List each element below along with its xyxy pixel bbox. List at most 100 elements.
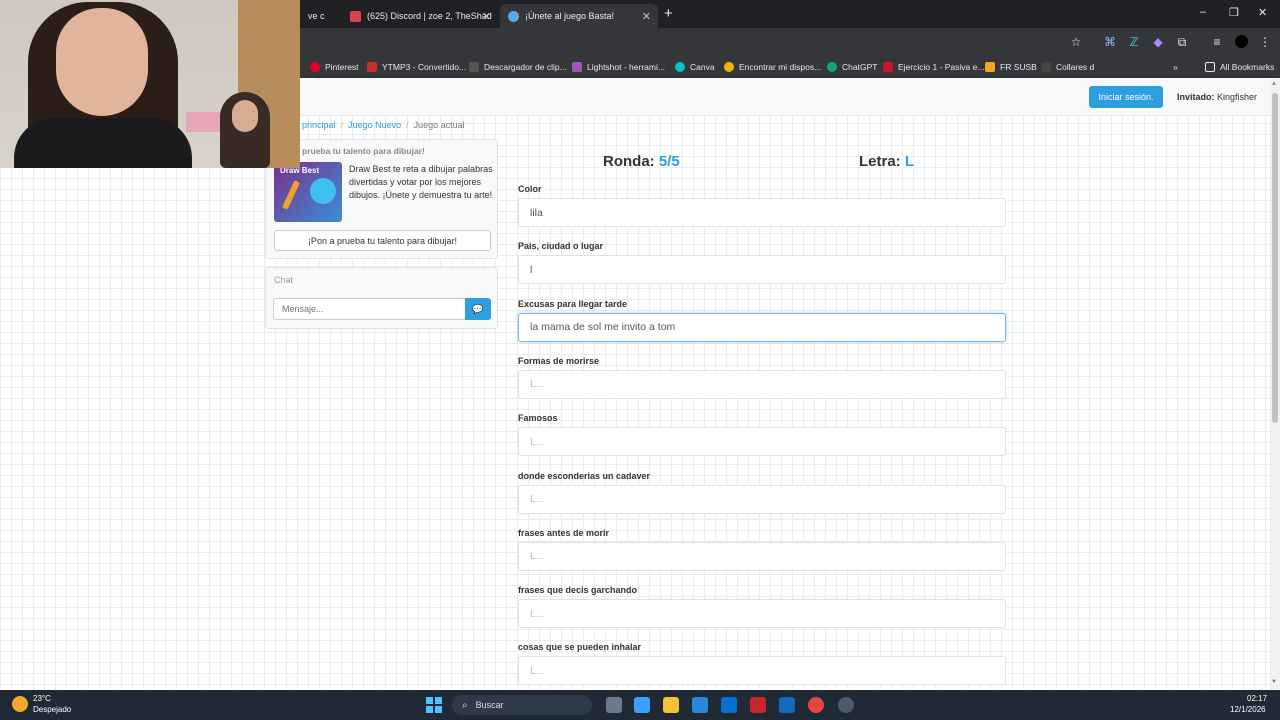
mcafee-icon[interactable] [750,697,766,713]
windows-start-icon[interactable] [426,697,442,713]
uk-flag-icon [883,62,893,72]
chat-panel: Chat 💬 [265,267,498,329]
google-icon [724,62,734,72]
bookmark-label: Canva [690,62,715,72]
bookmark-clip-downloader[interactable]: Descargador de clip... [469,60,567,74]
discord-favicon-icon [350,10,361,22]
store-icon[interactable] [692,697,708,713]
answer-input[interactable] [518,255,1006,285]
paintbrush-icon [281,180,301,210]
field-label: frases antes de morir [518,527,610,538]
bookmark-label: Encontrar mi dispos... [739,62,822,72]
round-indicator: Ronda: 5/5 [603,153,680,170]
scroll-up-icon[interactable]: ▲ [1271,81,1277,87]
media-control-icon[interactable]: ≡ [1210,35,1224,49]
bookmark-label: YTMP3 - Convertido... [382,62,467,72]
profile-avatar-icon[interactable] [1235,35,1248,48]
browser-tab[interactable]: ve c [300,4,340,28]
task-view-icon[interactable] [606,697,622,713]
weather-sun-icon[interactable] [12,696,28,712]
bookmark-find-device[interactable]: Encontrar mi dispos... [724,60,821,74]
folder-icon [985,62,995,72]
close-window-icon[interactable]: ✕ [1258,6,1267,19]
bookmark-ejercicio[interactable]: Ejercicio 1 - Pasiva e... [883,60,984,74]
answer-input[interactable] [518,312,1006,342]
chat-send-button[interactable]: 💬 [465,298,491,320]
webcam-person-shirt [14,118,192,168]
chatgpt-icon [827,62,837,72]
new-tab-button[interactable]: + [664,5,673,22]
maximize-icon[interactable]: ❐ [1229,6,1239,19]
answer-input[interactable] [518,198,1006,227]
bookmark-label: Collares d [1056,62,1095,72]
field-label: cosas que se pueden inhalar [518,642,642,653]
extension-icon[interactable]: ◆ [1151,35,1165,49]
weather-description[interactable]: Despejado [33,705,71,714]
bookmark-label: Ejercicio 1 - Pasiva e... [898,62,985,72]
bookmark-canva[interactable]: Canva [675,60,715,74]
bookmark-star-icon[interactable]: ☆ [1069,35,1083,49]
extension-icon[interactable]: ℤ [1127,35,1141,49]
settings-icon[interactable] [838,697,854,713]
field-label: frases que decis garchando [518,585,638,596]
page-icon [469,62,479,72]
file-explorer-icon[interactable] [663,697,679,713]
answer-input[interactable] [518,656,1006,686]
breadcrumb-home[interactable]: principal [302,120,336,130]
outlook-icon[interactable] [779,697,795,713]
browser-tab-discord[interactable]: (625) Discord | zoe 2, TheShad ✕ [342,4,498,28]
field-label: Excusas para llegar tarde [518,298,628,309]
chat-message-input[interactable] [273,298,466,320]
bookmark-pinterest[interactable]: Pinterest [310,60,359,74]
ytmp3-icon [367,62,377,72]
bookmark-lightshot[interactable]: Lightshot - herrami... [572,60,665,74]
weather-temperature[interactable]: 23°C [33,694,51,703]
page-icon [1041,62,1051,72]
webcam-overlay [0,0,300,168]
bookmark-fr-susb[interactable]: FR SUSB [985,60,1037,74]
translate-icon[interactable]: ⌘ [1103,35,1117,49]
chrome-icon[interactable] [808,697,824,713]
copilot-icon[interactable] [634,697,650,713]
pinterest-icon [310,62,320,72]
menu-icon[interactable]: ⋮ [1258,35,1272,49]
chat-heading: Chat [274,275,294,285]
page-scrollbar[interactable]: ▲ ▼ [1270,79,1280,689]
close-tab-icon[interactable]: ✕ [482,10,491,23]
scroll-down-icon[interactable]: ▼ [1271,679,1277,685]
browser-tab-active[interactable]: ¡Únete al juego Basta! ✕ [500,4,658,28]
taskbar-clock-date[interactable]: 12/1/2026 [1230,705,1266,714]
close-tab-icon[interactable]: ✕ [642,10,651,23]
tab-label: ve c [308,11,325,21]
login-button[interactable]: Iniciar sesión. [1089,86,1163,108]
answer-input[interactable] [518,369,1006,399]
canva-icon [675,62,685,72]
breadcrumb-new-game[interactable]: Juego Nuevo [348,120,401,130]
scroll-thumb[interactable] [1272,93,1278,423]
bookmark-collares[interactable]: Collares d [1041,60,1094,74]
speech-bubble-icon [310,178,336,204]
bookmark-ytmp3[interactable]: YTMP3 - Convertido... [367,60,466,74]
bookmarks-overflow-button[interactable]: » [1173,60,1178,74]
try-drawing-button[interactable]: ¡Pon a prueba tu talento para dibujar! [274,230,491,251]
answer-input[interactable] [518,541,1006,571]
chevron-double-right-icon: » [1173,62,1178,72]
all-bookmarks-label: All Bookmarks [1220,62,1275,72]
minimize-icon[interactable]: – [1200,6,1206,18]
bookmark-chatgpt[interactable]: ChatGPT [827,60,877,74]
puzzle-icon[interactable]: ⧉ [1175,35,1189,49]
taskbar-clock-time[interactable]: 02:17 [1247,694,1267,703]
answer-input[interactable] [518,599,1006,629]
draw-best-promo-image[interactable]: Draw Best [274,162,342,222]
answer-input[interactable] [518,427,1006,457]
dell-icon[interactable] [721,697,737,713]
all-bookmarks-button[interactable]: All Bookmarks [1205,60,1274,74]
breadcrumb-separator: / [406,120,409,130]
field-label: Formas de morirse [518,355,600,366]
tab-label: ¡Únete al juego Basta! [525,11,615,21]
webcam-second-face [232,100,258,132]
bookmark-label: Pinterest [325,62,359,72]
guest-name: Kingfisher [1217,92,1258,102]
taskbar-search[interactable]: ⌕ Buscar [452,695,592,715]
answer-input[interactable] [518,484,1006,514]
